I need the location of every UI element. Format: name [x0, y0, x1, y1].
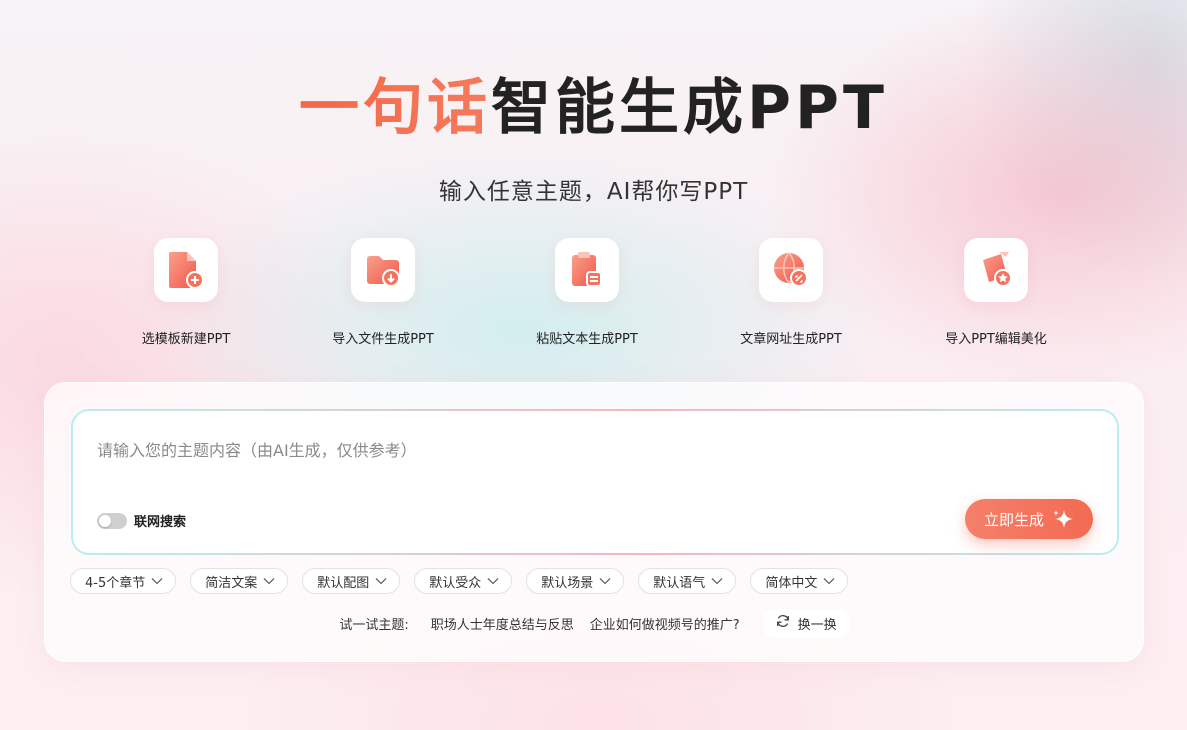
dropdown-value: 默认受众 — [429, 575, 482, 591]
chevron-down-icon — [599, 577, 611, 585]
dropdown-value: 默认语气 — [653, 575, 706, 591]
feature-paste-text[interactable]: 粘贴文本生成PPT — [507, 238, 667, 347]
dropdown-value: 4-5个章节 — [85, 575, 146, 591]
title-highlight: 一句话 — [299, 73, 492, 143]
clipboard-paste-icon — [555, 238, 619, 302]
chevron-down-icon — [711, 577, 723, 585]
feature-label: 导入文件生成PPT — [332, 332, 434, 347]
feature-list: 选模板新建PPT 导入文件生成PPT 粘贴文本生成PPT 文章网址生成PPT 导… — [0, 238, 1187, 348]
refresh-icon — [776, 614, 790, 632]
audience-dropdown[interactable]: 默认受众 — [414, 568, 513, 594]
dropdown-value: 默认配图 — [317, 575, 370, 591]
topic-input-frame: 联网搜索 立即生成 — [71, 409, 1119, 555]
chevron-down-icon — [823, 577, 835, 585]
page-subtitle: 输入任意主题，AI帮你写PPT — [438, 179, 749, 205]
suggestion-row: 试一试主题: 职场人士年度总结与反思 企业如何做视频号的推广? 换一换 — [45, 609, 1143, 637]
chevron-down-icon — [487, 577, 499, 585]
generator-card: 联网搜索 立即生成 4-5个章节 简洁文案 默认配图 — [44, 382, 1144, 662]
suggestion-topic[interactable]: 职场人士年度总结与反思 — [431, 614, 574, 633]
dropdown-value: 默认场景 — [541, 575, 594, 591]
new-file-plus-icon — [154, 238, 218, 302]
feature-label: 导入PPT编辑美化 — [945, 332, 1047, 347]
dropdown-value: 简洁文案 — [205, 575, 258, 591]
toggle-switch[interactable] — [97, 512, 127, 529]
feature-article-url[interactable]: 文章网址生成PPT — [711, 238, 871, 347]
topic-input[interactable] — [97, 437, 1077, 477]
feature-label: 粘贴文本生成PPT — [536, 332, 638, 347]
sparkle-icon — [1052, 508, 1074, 530]
refresh-label: 换一换 — [797, 617, 837, 633]
title-rest: 智能生成PPT — [491, 73, 888, 143]
web-search-toggle[interactable]: 联网搜索 — [97, 511, 186, 530]
folder-import-icon — [351, 238, 415, 302]
brush-star-icon — [964, 238, 1028, 302]
tone-dropdown[interactable]: 默认语气 — [638, 568, 737, 594]
copy-style-dropdown[interactable]: 简洁文案 — [190, 568, 289, 594]
option-row: 4-5个章节 简洁文案 默认配图 默认受众 默认场景 默认语气 简体中文 — [70, 568, 849, 594]
dropdown-value: 简体中文 — [765, 575, 818, 591]
chevron-down-icon — [263, 577, 275, 585]
suggestion-lead: 试一试主题: — [339, 617, 409, 633]
suggestion-topic[interactable]: 企业如何做视频号的推广? — [590, 614, 740, 633]
web-search-label: 联网搜索 — [134, 515, 187, 530]
generate-button-label: 立即生成 — [983, 510, 1044, 529]
feature-new-from-template[interactable]: 选模板新建PPT — [106, 238, 266, 347]
language-dropdown[interactable]: 简体中文 — [750, 568, 849, 594]
scene-dropdown[interactable]: 默认场景 — [526, 568, 625, 594]
feature-label: 选模板新建PPT — [141, 332, 231, 347]
feature-label: 文章网址生成PPT — [740, 332, 842, 347]
globe-link-icon — [759, 238, 823, 302]
page-title: 一句话智能生成PPT — [0, 68, 1187, 148]
generate-button[interactable]: 立即生成 — [965, 499, 1093, 539]
chevron-down-icon — [151, 577, 163, 585]
image-dropdown[interactable]: 默认配图 — [302, 568, 401, 594]
refresh-topics-button[interactable]: 换一换 — [763, 609, 849, 637]
feature-beautify-ppt[interactable]: 导入PPT编辑美化 — [916, 238, 1076, 347]
feature-import-file[interactable]: 导入文件生成PPT — [303, 238, 463, 347]
chevron-down-icon — [375, 577, 387, 585]
chapters-dropdown[interactable]: 4-5个章节 — [70, 568, 177, 594]
